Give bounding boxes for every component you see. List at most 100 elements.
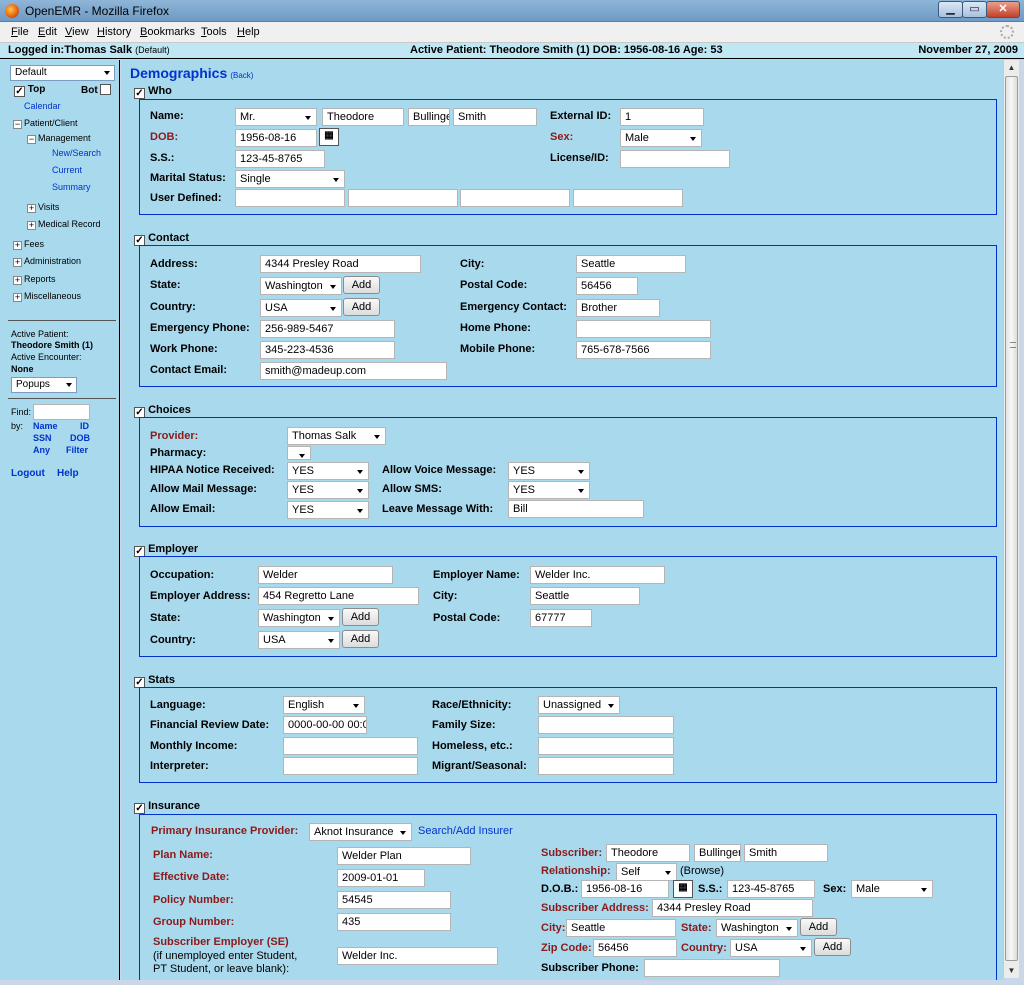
license-input[interactable] xyxy=(620,150,730,168)
find-by-id-link[interactable]: ID xyxy=(80,421,89,431)
bot-frame-toggle[interactable]: Bot xyxy=(81,84,112,96)
subscriber-sex-select[interactable]: Male xyxy=(851,880,933,898)
browse-link[interactable]: (Browse) xyxy=(680,865,724,877)
external-id-input[interactable]: 1 xyxy=(620,108,704,126)
marital-status-select[interactable]: Single xyxy=(235,170,345,188)
emergency-contact-input[interactable]: Brother xyxy=(576,299,660,317)
menu-bookmarks[interactable]: Bookmarks xyxy=(140,26,195,38)
zip-code-input[interactable]: 56456 xyxy=(593,939,677,957)
menu-view[interactable]: View xyxy=(65,26,89,38)
subscriber-ss-input[interactable]: 123-45-8765 xyxy=(727,880,815,898)
primary-insurance-select[interactable]: Aknot Insurance xyxy=(309,823,412,841)
top-frame-toggle[interactable]: ✓ Top xyxy=(14,84,45,97)
relationship-select[interactable]: Self xyxy=(616,863,677,881)
add-state-button[interactable]: Add xyxy=(343,276,380,294)
policy-number-input[interactable]: 54545 xyxy=(337,891,451,909)
emergency-phone-input[interactable]: 256-989-5467 xyxy=(260,320,395,338)
allow-mail-select[interactable]: YES xyxy=(287,481,369,499)
ss-input[interactable]: 123-45-8765 xyxy=(235,150,325,168)
scroll-down-icon[interactable]: ▼ xyxy=(1004,963,1019,978)
close-button[interactable]: ✕ xyxy=(986,1,1020,18)
provider-select[interactable]: Thomas Salk xyxy=(287,427,386,445)
plan-name-input[interactable]: Welder Plan xyxy=(337,847,471,865)
subscriber-dob-input[interactable]: 1956-08-16 xyxy=(581,880,669,898)
choices-section-toggle[interactable]: ✓ Choices xyxy=(134,404,191,418)
subscriber-first-input[interactable]: Theodore xyxy=(606,844,690,862)
subscriber-phone-input[interactable] xyxy=(644,959,780,977)
menu-file[interactable]: File xyxy=(11,26,29,38)
nav-calendar[interactable]: Calendar xyxy=(24,101,61,111)
language-select[interactable]: English xyxy=(283,696,365,714)
who-section-toggle[interactable]: ✓ Who xyxy=(134,85,172,99)
contact-section-toggle[interactable]: ✓ Contact xyxy=(134,232,189,246)
find-input[interactable] xyxy=(33,404,90,420)
minimize-button[interactable]: ▁ xyxy=(938,1,963,18)
nav-management[interactable]: − Management xyxy=(27,133,91,144)
search-add-insurer-link[interactable]: Search/Add Insurer xyxy=(418,825,513,837)
find-filter-link[interactable]: Filter xyxy=(66,445,88,455)
family-size-input[interactable] xyxy=(538,716,674,734)
employer-postal-input[interactable]: 67777 xyxy=(530,609,592,627)
nav-fees[interactable]: + Fees xyxy=(13,239,44,250)
nav-new-search[interactable]: New/Search xyxy=(52,148,101,158)
subscriber-address-input[interactable]: 4344 Presley Road xyxy=(652,899,813,917)
subscriber-city-input[interactable]: Seattle xyxy=(566,919,676,937)
nav-visits[interactable]: + Visits xyxy=(27,202,59,213)
contact-email-input[interactable]: smith@madeup.com xyxy=(260,362,447,380)
homeless-input[interactable] xyxy=(538,737,674,755)
postal-code-input[interactable]: 56456 xyxy=(576,277,638,295)
subscriber-employer-input[interactable]: Welder Inc. xyxy=(337,947,498,965)
migrant-input[interactable] xyxy=(538,757,674,775)
subscriber-country-select[interactable]: USA xyxy=(730,939,812,957)
add-subscriber-state-button[interactable]: Add xyxy=(800,918,837,936)
help-link[interactable]: Help xyxy=(57,468,79,479)
user-defined-3-input[interactable] xyxy=(460,189,570,207)
user-defined-2-input[interactable] xyxy=(348,189,458,207)
state-select[interactable]: Washington xyxy=(260,277,342,295)
menu-help[interactable]: Help xyxy=(237,26,260,38)
occupation-input[interactable]: Welder xyxy=(258,566,393,584)
add-employer-state-button[interactable]: Add xyxy=(342,608,379,626)
nav-reports[interactable]: + Reports xyxy=(13,274,56,285)
first-name-input[interactable]: Theodore xyxy=(322,108,404,126)
logout-link[interactable]: Logout xyxy=(11,468,45,479)
work-phone-input[interactable]: 345-223-4536 xyxy=(260,341,395,359)
find-by-name-link[interactable]: Name xyxy=(33,421,58,431)
nav-summary[interactable]: Summary xyxy=(52,182,91,192)
menu-history[interactable]: History xyxy=(97,26,131,38)
allow-sms-select[interactable]: YES xyxy=(508,481,590,499)
employer-city-input[interactable]: Seattle xyxy=(530,587,640,605)
nav-miscellaneous[interactable]: + Miscellaneous xyxy=(13,291,81,302)
employer-address-input[interactable]: 454 Regretto Lane xyxy=(258,587,419,605)
leave-message-input[interactable]: Bill xyxy=(508,500,644,518)
group-number-input[interactable]: 435 xyxy=(337,913,451,931)
sex-select[interactable]: Male xyxy=(620,129,702,147)
address-input[interactable]: 4344 Presley Road xyxy=(260,255,421,273)
nav-patient-client[interactable]: − Patient/Client xyxy=(13,118,78,129)
mobile-phone-input[interactable]: 765-678-7566 xyxy=(576,341,711,359)
monthly-income-input[interactable] xyxy=(283,737,418,755)
nav-current[interactable]: Current xyxy=(52,165,82,175)
interpreter-input[interactable] xyxy=(283,757,418,775)
find-by-any-link[interactable]: Any xyxy=(33,445,50,455)
effective-date-input[interactable]: 2009-01-01 xyxy=(337,869,425,887)
menu-edit[interactable]: Edit xyxy=(38,26,57,38)
popups-select[interactable]: Popups xyxy=(11,377,77,393)
add-employer-country-button[interactable]: Add xyxy=(342,630,379,648)
maximize-button[interactable]: ▭ xyxy=(962,1,987,18)
home-phone-input[interactable] xyxy=(576,320,711,338)
vertical-scrollbar[interactable]: ▲ ▼ xyxy=(1003,60,1019,978)
add-subscriber-country-button[interactable]: Add xyxy=(814,938,851,956)
insurance-section-toggle[interactable]: ✓ Insurance xyxy=(134,800,200,814)
scroll-thumb[interactable] xyxy=(1005,76,1018,961)
user-defined-1-input[interactable] xyxy=(235,189,345,207)
menu-tools[interactable]: Tools xyxy=(201,26,227,38)
back-link[interactable]: (Back) xyxy=(230,71,253,80)
city-input[interactable]: Seattle xyxy=(576,255,686,273)
last-name-input[interactable]: Smith xyxy=(453,108,537,126)
stats-section-toggle[interactable]: ✓ Stats xyxy=(134,674,175,688)
employer-country-select[interactable]: USA xyxy=(258,631,340,649)
nav-administration[interactable]: + Administration xyxy=(13,256,81,267)
country-select[interactable]: USA xyxy=(260,299,342,317)
add-country-button[interactable]: Add xyxy=(343,298,380,316)
